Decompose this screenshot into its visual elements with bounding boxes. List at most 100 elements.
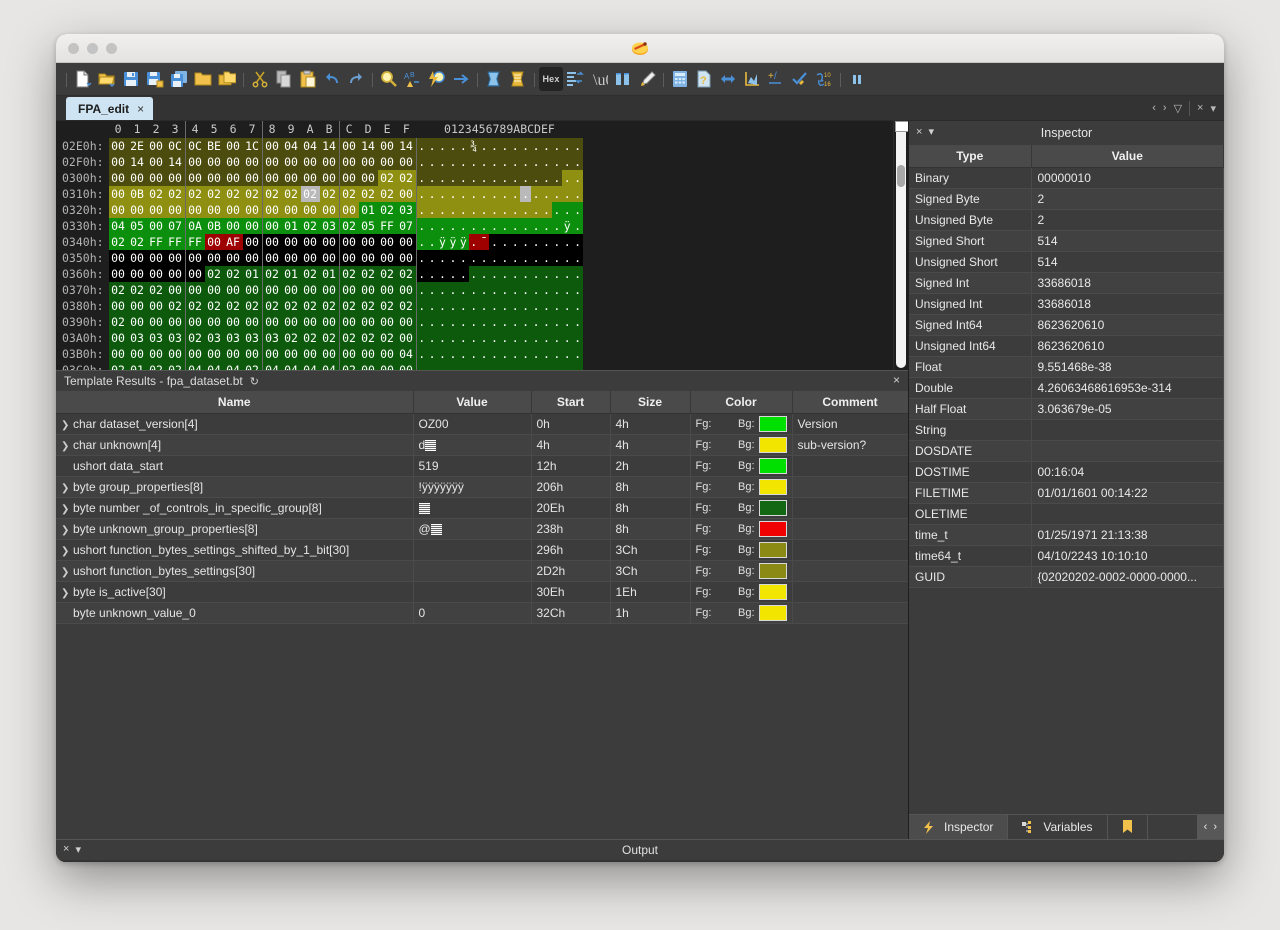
hex-byte[interactable]: 1C <box>243 138 263 154</box>
hex-ascii-char[interactable]: . <box>520 218 530 234</box>
hex-byte[interactable]: 00 <box>301 154 320 170</box>
tab-menu-icon[interactable]: ▾ <box>1210 102 1216 115</box>
inspector-row[interactable]: Float9.551468e-38 <box>909 357 1224 378</box>
hex-ascii-char[interactable]: . <box>500 346 510 362</box>
template-color[interactable]: Fg:Bg: <box>690 435 792 456</box>
hex-byte[interactable]: 03 <box>262 330 282 346</box>
template-col-value[interactable]: Value <box>413 391 531 414</box>
hex-byte[interactable]: 00 <box>282 234 301 250</box>
hex-ascii-char[interactable]: . <box>541 234 551 250</box>
hex-byte[interactable]: 02 <box>359 266 378 282</box>
hex-byte[interactable]: 00 <box>339 234 359 250</box>
hex-byte[interactable]: 00 <box>224 314 243 330</box>
hex-ascii-char[interactable]: . <box>552 314 562 330</box>
hex-ascii-char[interactable]: . <box>500 218 510 234</box>
hex-ascii-char[interactable]: . <box>427 234 437 250</box>
inspector-row[interactable]: time64_t04/10/2243 10:10:10 <box>909 546 1224 567</box>
hex-ascii-char[interactable]: . <box>469 298 479 314</box>
template-col-size[interactable]: Size <box>610 391 690 414</box>
hex-ascii-char[interactable]: . <box>520 186 530 202</box>
hex-byte[interactable]: 00 <box>339 154 359 170</box>
hex-byte[interactable]: 00 <box>166 202 186 218</box>
hex-ascii-char[interactable]: . <box>562 298 572 314</box>
hex-ascii-char[interactable]: . <box>489 250 499 266</box>
template-color[interactable]: Fg:Bg: <box>690 519 792 540</box>
hex-ascii-char[interactable]: ¯ <box>479 234 489 250</box>
hex-ascii-char[interactable]: . <box>437 170 447 186</box>
hex-ascii-char[interactable]: . <box>469 218 479 234</box>
template-color[interactable]: Fg:Bg: <box>690 414 792 435</box>
inspector-row[interactable]: Signed Int33686018 <box>909 273 1224 294</box>
inspector-value[interactable]: 3.063679e-05 <box>1031 399 1224 420</box>
hex-ascii-char[interactable]: . <box>510 234 520 250</box>
hex-ascii-char[interactable]: . <box>520 362 530 370</box>
hex-mode-button[interactable]: Hex <box>539 67 563 91</box>
hex-row[interactable]: 0340h:0202FFFFFF00AF000000000000000000..… <box>56 234 583 250</box>
hex-byte[interactable]: 02 <box>378 170 397 186</box>
template-col-comment[interactable]: Comment <box>792 391 908 414</box>
cut-icon[interactable] <box>248 67 272 91</box>
hex-ascii-char[interactable]: . <box>437 330 447 346</box>
hex-row[interactable]: 02F0h:00140014000000000000000000000000..… <box>56 154 583 170</box>
hex-byte[interactable]: 00 <box>262 346 282 362</box>
hex-ascii-char[interactable]: . <box>531 314 541 330</box>
tab-prev-icon[interactable]: ‹ <box>1152 102 1156 114</box>
hex-ascii-char[interactable]: . <box>541 346 551 362</box>
hex-ascii-char[interactable]: . <box>437 154 447 170</box>
hex-byte[interactable]: 03 <box>147 330 166 346</box>
hex-ascii-char[interactable]: . <box>520 330 530 346</box>
hex-byte[interactable]: 01 <box>282 266 301 282</box>
hex-ascii-char[interactable]: . <box>541 330 551 346</box>
hex-byte[interactable]: 02 <box>378 202 397 218</box>
hex-byte[interactable]: 00 <box>166 282 186 298</box>
hex-byte[interactable]: 00 <box>359 282 378 298</box>
hex-byte[interactable]: 00 <box>205 154 224 170</box>
hex-ascii-char[interactable]: . <box>562 186 572 202</box>
inspector-row[interactable]: Unsigned Int33686018 <box>909 294 1224 315</box>
open-file-icon[interactable] <box>95 67 119 91</box>
hex-ascii-char[interactable]: . <box>448 282 458 298</box>
save-all-icon[interactable] <box>167 67 191 91</box>
minimize-window-button[interactable] <box>87 43 98 54</box>
hex-ascii-char[interactable]: . <box>489 298 499 314</box>
hex-ascii-char[interactable]: . <box>552 298 562 314</box>
hex-byte[interactable]: 00 <box>320 250 340 266</box>
hex-byte[interactable]: 00 <box>339 282 359 298</box>
hex-row[interactable]: 0390h:02000000000000000000000000000000..… <box>56 314 583 330</box>
hex-byte[interactable]: 00 <box>224 346 243 362</box>
inspector-row[interactable]: OLETIME <box>909 504 1224 525</box>
hex-byte[interactable]: 02 <box>301 298 320 314</box>
hex-byte[interactable]: 00 <box>397 282 417 298</box>
hex-byte[interactable]: 00 <box>185 250 205 266</box>
hex-ascii-char[interactable]: . <box>520 346 530 362</box>
hex-ascii-char[interactable]: . <box>469 346 479 362</box>
hex-byte[interactable]: 00 <box>128 250 147 266</box>
hex-byte[interactable]: 02 <box>205 186 224 202</box>
inspector-tab-nav[interactable]: ‹ › <box>1197 815 1224 839</box>
compare-arrows-icon[interactable] <box>716 67 740 91</box>
hex-ascii-char[interactable]: . <box>448 250 458 266</box>
hex-ascii-char[interactable]: . <box>562 250 572 266</box>
hex-ascii-char[interactable]: . <box>479 218 489 234</box>
hex-byte[interactable]: 04 <box>109 218 128 234</box>
hex-byte[interactable]: 00 <box>359 234 378 250</box>
hex-ascii-char[interactable]: . <box>531 266 541 282</box>
table-row[interactable]: ❯byte is_active[30]30Eh1EhFg:Bg: <box>56 582 908 603</box>
inspector-value[interactable] <box>1031 420 1224 441</box>
hex-ascii-char[interactable]: . <box>427 154 437 170</box>
scrollbar-top-box[interactable] <box>895 121 908 132</box>
hex-ascii-char[interactable]: . <box>531 138 541 154</box>
table-row[interactable]: ❯byte number _of_controls_in_specific_gr… <box>56 498 908 519</box>
hex-ascii-char[interactable]: . <box>572 250 582 266</box>
hex-ascii-char[interactable]: . <box>437 314 447 330</box>
hex-byte[interactable]: 14 <box>128 154 147 170</box>
hex-byte[interactable]: 00 <box>359 154 378 170</box>
hex-byte[interactable]: 00 <box>243 346 263 362</box>
hex-byte[interactable]: 07 <box>397 218 417 234</box>
hex-ascii-char[interactable]: . <box>448 154 458 170</box>
hex-ascii-char[interactable]: . <box>489 202 499 218</box>
hex-byte[interactable]: 02 <box>243 186 263 202</box>
hex-byte[interactable]: 00 <box>397 154 417 170</box>
hex-ascii-char[interactable]: . <box>437 186 447 202</box>
inspector-menu-icon[interactable]: ▾ <box>928 125 934 138</box>
